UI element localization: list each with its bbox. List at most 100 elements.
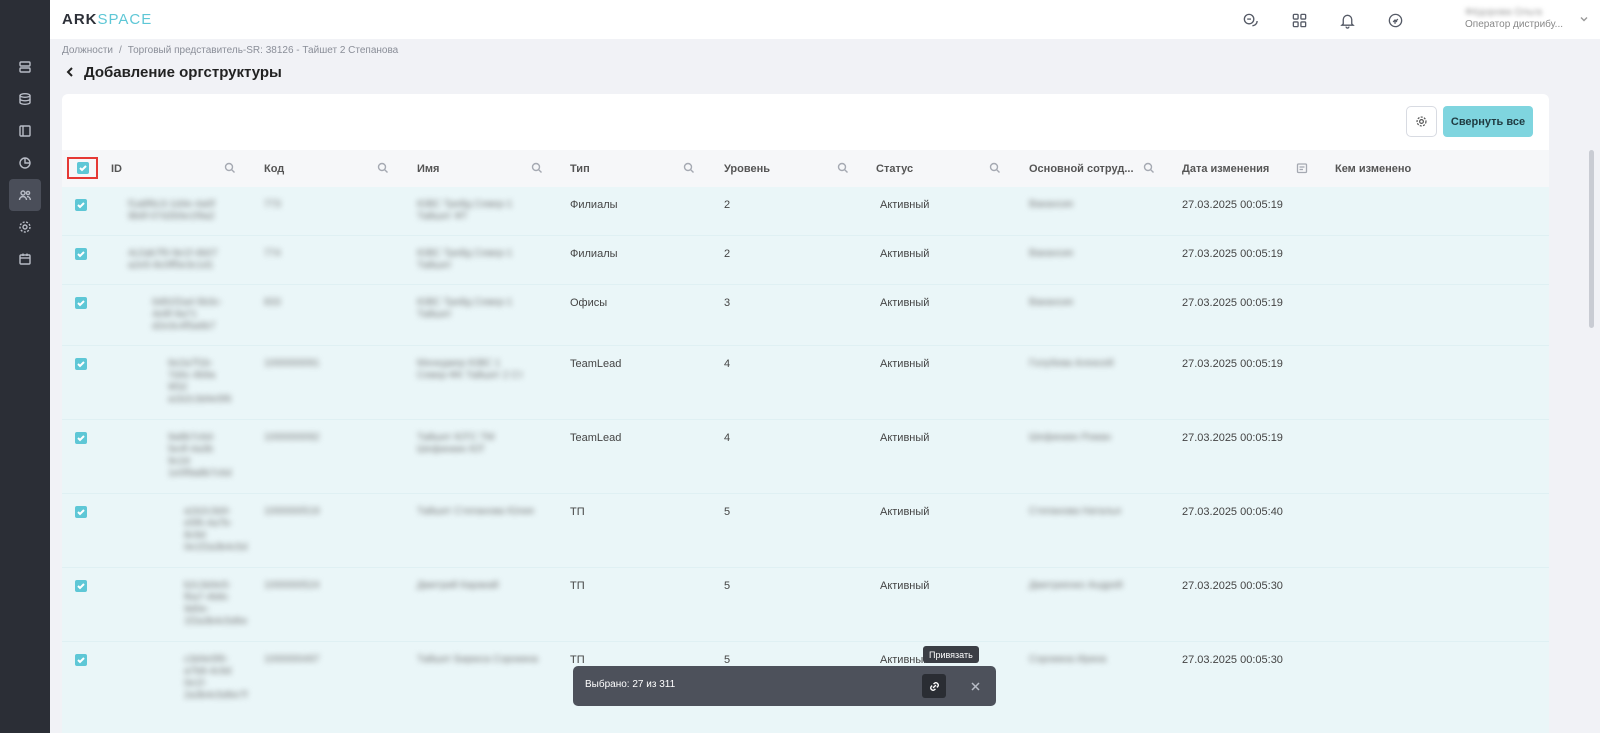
book-icon[interactable]	[9, 115, 41, 147]
cell-id: 4c2ab7f0-9e1f-4b07 a2e5-8c0ff5e3c1d1	[128, 248, 218, 271]
cell-status: Активный	[880, 199, 930, 211]
cell-type: ТП	[570, 506, 585, 518]
column-header-type[interactable]: Тип	[570, 150, 590, 187]
column-header-employee[interactable]: Основной сотруд...	[1029, 150, 1134, 187]
select-all-checkbox[interactable]	[76, 162, 89, 174]
row-checkbox[interactable]	[75, 248, 87, 260]
table-row[interactable]: a1b2c3d4-e5f6-4a7b-8c9d 0e1f2a3b4c5d 100…	[62, 494, 1549, 568]
table-settings-button[interactable]	[1406, 106, 1437, 137]
chevron-down-icon[interactable]	[1579, 13, 1589, 23]
cell-level: 4	[724, 432, 731, 444]
table-row[interactable]: f1a8f6c3-1d4e-4a0f 9b6f-07d2b5e1f9a2 773…	[62, 187, 1549, 236]
cell-name: Дмитрий Каракай	[417, 580, 499, 591]
back-arrow-icon[interactable]	[64, 64, 78, 80]
link-tooltip: Привязать	[923, 646, 979, 663]
cell-type: TeamLead	[570, 432, 622, 444]
cell-id: a1b2c3d4-e5f6-4a7b-8c9d 0e1f2a3b4c5d	[184, 506, 248, 553]
column-header-changed-by[interactable]: Кем изменено	[1335, 150, 1411, 187]
database-icon[interactable]	[9, 83, 41, 115]
table-row[interactable]: b2c3d4e5-f6a7-4b8c 9d0e-1f2a3b4c5d6e 100…	[62, 568, 1549, 642]
column-header-date[interactable]: Дата изменения	[1182, 150, 1269, 187]
row-checkbox[interactable]	[75, 358, 87, 370]
cell-id: 6e2a7f1b-7d4c-4b9a 9f32 a1b2c3d4e5f6	[168, 358, 232, 405]
page-title: Добавление оргструктуры	[84, 64, 282, 81]
breadcrumb-separator: /	[119, 45, 122, 56]
cell-date: 27.03.2025 00:05:19	[1182, 297, 1283, 309]
search-icon[interactable]	[683, 162, 695, 174]
cell-type: TeamLead	[570, 358, 622, 370]
database-stack-icon[interactable]	[9, 51, 41, 83]
users-icon[interactable]	[9, 179, 41, 211]
close-icon[interactable]	[968, 679, 982, 693]
row-checkbox[interactable]	[75, 297, 87, 309]
cell-type: Филиалы	[570, 248, 618, 260]
logo[interactable]: ARKSPACE	[62, 11, 152, 28]
table-header: ID Код Имя Тип Уровень Статус Основной с…	[62, 150, 1549, 187]
table-row[interactable]: 0d91f2a4-5b3c-4e8f-9a71 d2e3c4f5a6b7 833…	[62, 285, 1549, 346]
search-icon[interactable]	[531, 162, 543, 174]
row-checkbox[interactable]	[75, 654, 87, 666]
row-checkbox[interactable]	[75, 199, 87, 211]
search-icon[interactable]	[837, 162, 849, 174]
link-button[interactable]	[922, 674, 946, 698]
bell-icon[interactable]	[1337, 10, 1357, 30]
gear-icon	[1416, 116, 1427, 127]
selection-count: Выбрано: 27 из 311	[585, 679, 676, 690]
user-name[interactable]: Фёдорова Ольга	[1465, 7, 1542, 18]
cell-status: Активный	[880, 432, 930, 444]
column-header-level[interactable]: Уровень	[724, 150, 770, 187]
select-all-highlight	[67, 157, 98, 179]
row-checkbox[interactable]	[75, 506, 87, 518]
cell-id: 9a8b7c6d-5e4f-4a3b 9c2d 1e0f9a8b7c6d	[168, 432, 232, 479]
collapse-all-button[interactable]: Свернуть все	[1443, 106, 1533, 137]
cell-level: 4	[724, 358, 731, 370]
cell-name: Менеджер ЮВС 1 Север-ФК Тайшет 2 Ст	[417, 358, 524, 381]
exchange-icon[interactable]	[1385, 10, 1405, 30]
column-header-code[interactable]: Код	[264, 150, 284, 187]
cell-employee: Шефинкин Роман	[1029, 432, 1112, 443]
chat-icon[interactable]	[1240, 10, 1260, 30]
column-header-id[interactable]: ID	[111, 150, 122, 187]
table-row[interactable]: 9a8b7c6d-5e4f-4a3b 9c2d 1e0f9a8b7c6d 100…	[62, 420, 1549, 494]
selection-bar: Выбрано: 27 из 311	[573, 666, 996, 706]
cell-date: 27.03.2025 00:05:19	[1182, 358, 1283, 370]
cell-date: 27.03.2025 00:05:30	[1182, 580, 1283, 592]
cell-name: Тайшет ЮТС ТМ Шефинкин ЮТ	[417, 432, 495, 455]
search-icon[interactable]	[1143, 162, 1155, 174]
cell-name: ЮВС Трейд Север-1 Тайшет	[417, 248, 513, 271]
column-header-name[interactable]: Имя	[417, 150, 439, 187]
row-checkbox[interactable]	[75, 432, 87, 444]
search-icon[interactable]	[224, 162, 236, 174]
cell-type: ТП	[570, 580, 585, 592]
cell-name: ЮВС Трейд Север-1 Тайшет ФТ	[417, 199, 513, 222]
settings-icon[interactable]	[9, 211, 41, 243]
search-icon[interactable]	[377, 162, 389, 174]
cell-type: Офисы	[570, 297, 608, 309]
column-header-status[interactable]: Статус	[876, 150, 913, 187]
apps-grid-icon[interactable]	[1289, 10, 1309, 30]
cell-employee: Степанова Наталья	[1029, 506, 1121, 517]
vertical-scrollbar[interactable]	[1589, 150, 1594, 328]
cell-code: 773	[264, 199, 281, 210]
cell-level: 5	[724, 580, 731, 592]
row-checkbox[interactable]	[75, 580, 87, 592]
breadcrumb-item-positions[interactable]: Должности	[62, 45, 113, 56]
breadcrumb: Должности / Торговый представитель-SR: 381…	[62, 45, 398, 56]
cell-name: Тайшет Степанова Юлия	[417, 506, 534, 517]
cell-code: 1000000524	[264, 580, 320, 591]
cell-date: 27.03.2025 00:05:30	[1182, 654, 1283, 666]
breadcrumb-item-current: Торговый представитель-SR: 38126 - Тайше…	[127, 45, 399, 56]
pie-chart-icon[interactable]	[9, 147, 41, 179]
cell-name: Тайшет Бирюса Сорокина	[417, 654, 538, 665]
cell-code: 833	[264, 297, 281, 308]
cell-status: Активный	[880, 580, 930, 592]
calendar-icon[interactable]	[9, 243, 41, 275]
cell-level: 5	[724, 506, 731, 518]
calendar-filter-icon[interactable]	[1296, 162, 1308, 174]
cell-id: c3d4e5f6-a7b8-4c9d 0e1f-2a3b4c5d6e7f	[184, 654, 248, 701]
table-row[interactable]: 4c2ab7f0-9e1f-4b07 a2e5-8c0ff5e3c1d1 774…	[62, 236, 1549, 285]
cell-date: 27.03.2025 00:05:19	[1182, 248, 1283, 260]
search-icon[interactable]	[989, 162, 1001, 174]
table-row[interactable]: 6e2a7f1b-7d4c-4b9a 9f32 a1b2c3d4e5f6 100…	[62, 346, 1549, 420]
cell-employee: Сорокина Ирина	[1029, 654, 1107, 665]
